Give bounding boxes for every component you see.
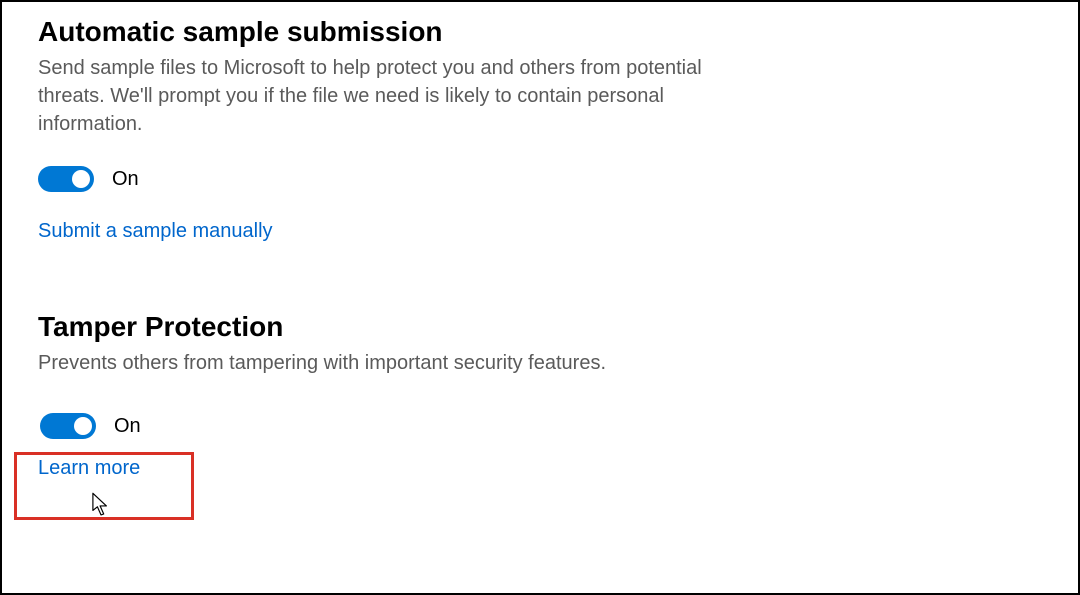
submit-sample-link[interactable]: Submit a sample manually [38, 220, 273, 243]
tamper-protection-description: Prevents others from tampering with impo… [38, 349, 758, 377]
auto-submit-heading: Automatic sample submission [38, 16, 1042, 48]
auto-submit-description: Send sample files to Microsoft to help p… [38, 54, 758, 138]
auto-submit-toggle-row: On [38, 166, 1042, 192]
settings-panel: Automatic sample submission Send sample … [0, 0, 1080, 595]
cursor-icon [92, 492, 110, 518]
auto-submit-toggle-label: On [112, 168, 139, 191]
tamper-protection-toggle-label: On [114, 415, 141, 438]
tamper-protection-heading: Tamper Protection [38, 311, 1042, 343]
tamper-toggle-row: On [40, 413, 1040, 439]
tamper-learn-more-link[interactable]: Learn more [38, 457, 140, 480]
tamper-protection-toggle[interactable] [40, 413, 96, 439]
auto-submit-toggle[interactable] [38, 166, 94, 192]
